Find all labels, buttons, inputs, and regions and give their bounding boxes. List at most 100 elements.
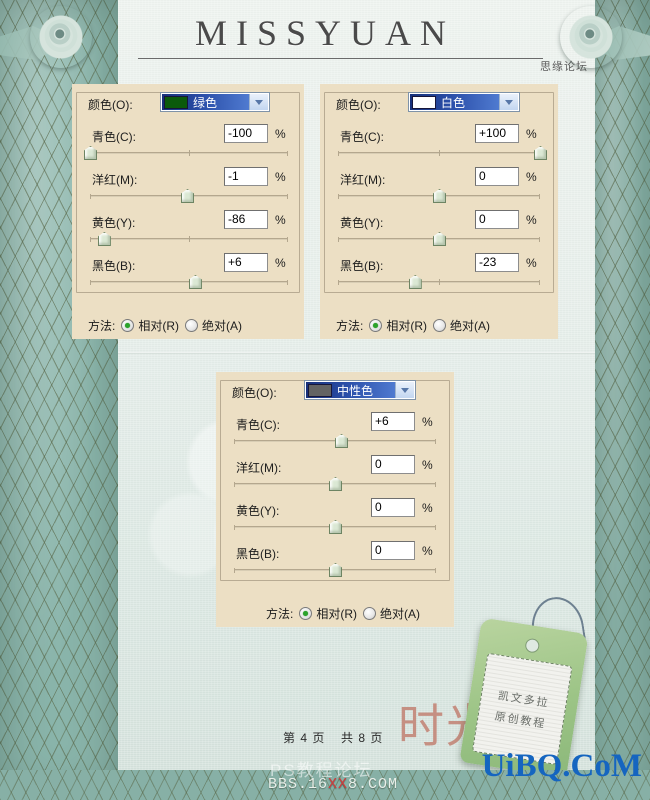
radio-icon[interactable] (363, 607, 377, 620)
tag-text-tutorial: 原创教程 (493, 710, 548, 731)
color-dropdown-label: 颜色(O): (88, 98, 133, 112)
method-row: 方法: 相对(R) 绝对(A) (88, 317, 242, 334)
channel-label-magenta: 洋红(M): (340, 173, 386, 187)
method-label: 方法: (336, 319, 364, 333)
channel-slider-cyan[interactable] (338, 146, 547, 160)
color-dropdown-text: 中性色 (337, 383, 374, 398)
radio-icon[interactable] (433, 319, 447, 332)
channel-label-black: 黑色(B): (340, 259, 384, 273)
slider-thumb[interactable] (335, 434, 349, 448)
method-option-absolute[interactable]: 绝对(A) (363, 605, 420, 622)
slider-thumb[interactable] (188, 275, 202, 289)
color-dropdown-value[interactable]: 绿色 (162, 94, 249, 110)
chevron-down-icon[interactable] (395, 382, 414, 398)
channel-label-black: 黑色(B): (236, 547, 280, 561)
slider-thumb[interactable] (433, 232, 446, 246)
method-option-relative[interactable]: 相对(R) (121, 317, 179, 334)
color-dropdown-value[interactable]: 白色 (410, 94, 499, 110)
selective-color-panel-neutral: 颜色(O): 中性色 青色(C): +6 % 洋红(M): 0 % 黄色(Y):… (216, 372, 454, 627)
method-label: 方法: (266, 607, 294, 621)
percent-sign-magenta: % (275, 170, 286, 184)
channel-value-magenta[interactable]: -1 (224, 167, 268, 186)
radio-icon-selected[interactable] (121, 319, 135, 332)
method-label: 方法: (88, 319, 116, 333)
channel-label-yellow: 黄色(Y): (236, 504, 280, 518)
channel-value-yellow[interactable]: 0 (475, 210, 519, 229)
channel-slider-cyan[interactable] (84, 146, 288, 160)
channel-value-black[interactable]: 0 (371, 541, 415, 560)
channel-value-magenta[interactable]: 0 (371, 455, 415, 474)
color-swatch-icon (308, 383, 332, 397)
color-dropdown-value[interactable]: 中性色 (306, 382, 395, 398)
slider-center-tick (189, 150, 190, 156)
channel-slider-cyan[interactable] (234, 434, 436, 448)
percent-sign-black: % (526, 256, 537, 270)
channel-slider-yellow[interactable] (90, 232, 288, 246)
radio-icon-selected[interactable] (299, 607, 313, 620)
method-option-relative[interactable]: 相对(R) (299, 605, 357, 622)
paper-fold-line (118, 352, 595, 354)
method-option-label: 相对(R) (386, 319, 428, 333)
channel-label-yellow: 黄色(Y): (92, 216, 136, 230)
channel-value-yellow[interactable]: 0 (371, 498, 415, 517)
channel-value-magenta[interactable]: 0 (475, 167, 519, 186)
channel-value-yellow[interactable]: -86 (224, 210, 268, 229)
slider-thumb[interactable] (329, 477, 342, 491)
percent-sign-yellow: % (422, 501, 433, 515)
channel-label-cyan: 青色(C): (340, 130, 384, 144)
channel-slider-black[interactable] (90, 275, 288, 289)
radio-icon[interactable] (185, 319, 199, 332)
channel-value-cyan[interactable]: -100 (224, 124, 268, 143)
slider-thumb[interactable] (181, 189, 195, 203)
method-option-relative[interactable]: 相对(R) (369, 317, 427, 334)
slider-center-tick (439, 279, 440, 285)
rose-ornament-left (30, 6, 92, 68)
chevron-down-icon[interactable] (499, 94, 518, 110)
slider-thumb[interactable] (433, 189, 446, 203)
method-option-absolute[interactable]: 绝对(A) (185, 317, 242, 334)
percent-sign-yellow: % (275, 213, 286, 227)
percent-sign-yellow: % (526, 213, 537, 227)
slider-thumb[interactable] (408, 275, 422, 289)
page-root: MISSYUAN 思缘论坛 颜色(O): 绿色 青色(C): -100 % 洋红… (0, 0, 650, 800)
radio-icon-selected[interactable] (369, 319, 383, 332)
channel-slider-yellow[interactable] (234, 520, 436, 534)
color-dropdown-label: 颜色(O): (336, 98, 381, 112)
watermark-bbs-part-a: BBS.16 (268, 776, 329, 793)
slider-center-tick (439, 150, 440, 156)
method-option-label: 相对(R) (316, 607, 358, 621)
method-option-absolute[interactable]: 绝对(A) (433, 317, 490, 334)
method-option-label: 绝对(A) (202, 319, 243, 333)
percent-sign-magenta: % (526, 170, 537, 184)
channel-label-black: 黑色(B): (92, 259, 136, 273)
percent-sign-black: % (422, 544, 433, 558)
method-option-label: 相对(R) (138, 319, 180, 333)
channel-slider-magenta[interactable] (338, 189, 540, 203)
channel-slider-magenta[interactable] (234, 477, 436, 491)
percent-sign-cyan: % (526, 127, 537, 141)
slider-thumb[interactable] (329, 563, 342, 577)
slider-thumb[interactable] (97, 232, 111, 246)
channel-slider-black[interactable] (338, 275, 540, 289)
channel-slider-yellow[interactable] (338, 232, 540, 246)
channel-slider-magenta[interactable] (90, 189, 288, 203)
color-dropdown[interactable]: 白色 (408, 92, 520, 112)
percent-sign-magenta: % (422, 458, 433, 472)
channel-slider-black[interactable] (234, 563, 436, 577)
page-current-indicator: 第 4 页 (283, 731, 326, 745)
method-row: 方法: 相对(R) 绝对(A) (266, 605, 420, 622)
site-header: MISSYUAN 思缘论坛 (0, 0, 650, 80)
channel-value-black[interactable]: -23 (475, 253, 519, 272)
percent-sign-cyan: % (422, 415, 433, 429)
chevron-down-icon[interactable] (249, 94, 268, 110)
watermark-bbs-url: BBS.16XX8.COM (268, 776, 398, 793)
brand-subtitle: 思缘论坛 (540, 61, 588, 73)
channel-label-magenta: 洋红(M): (92, 173, 138, 187)
channel-value-cyan[interactable]: +6 (371, 412, 415, 431)
color-dropdown[interactable]: 中性色 (304, 380, 416, 400)
channel-value-black[interactable]: +6 (224, 253, 268, 272)
color-dropdown[interactable]: 绿色 (160, 92, 270, 112)
color-swatch-icon (164, 95, 188, 109)
channel-value-cyan[interactable]: +100 (475, 124, 519, 143)
slider-thumb[interactable] (329, 520, 342, 534)
